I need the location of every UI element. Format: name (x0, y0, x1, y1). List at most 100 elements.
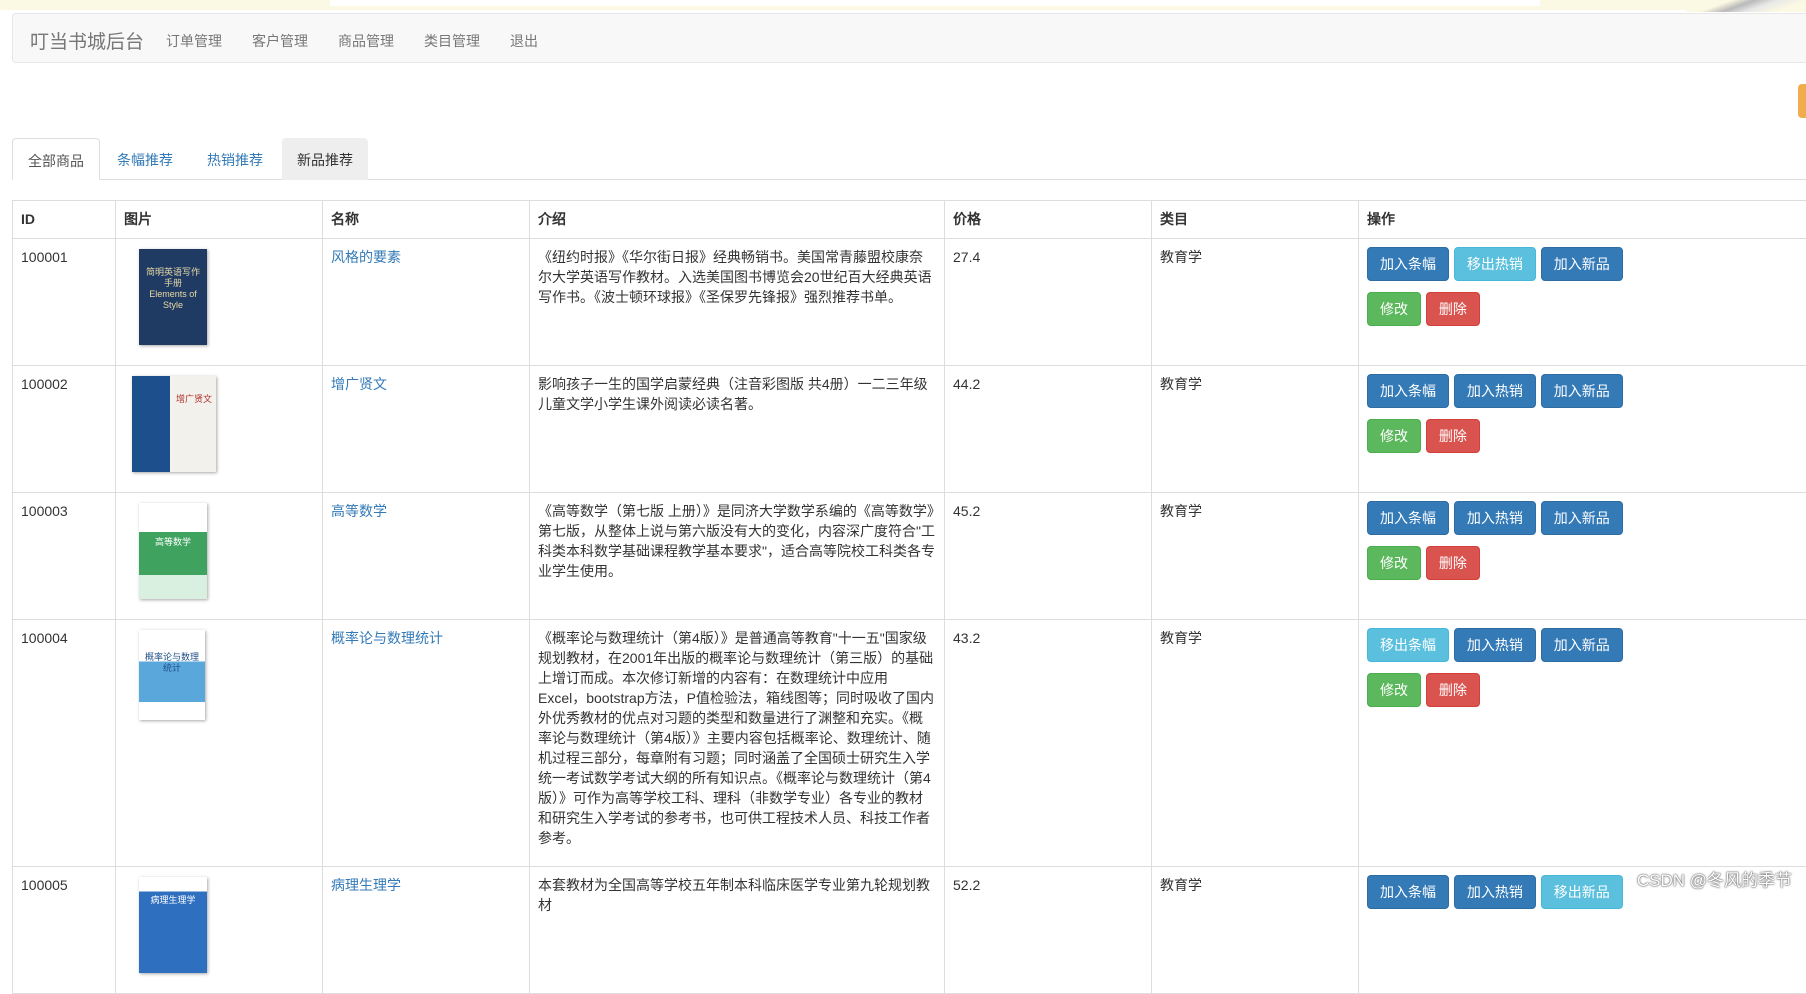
book-cover-title: 概率论与数理统计 (145, 652, 199, 674)
cell-image: 病理生理学 (116, 867, 323, 994)
book-cover-image: 简明英语写作手册 Elements of Style (139, 249, 207, 345)
cell-image: 简明英语写作手册 Elements of Style (116, 239, 323, 366)
product-name-link[interactable]: 概率论与数理统计 (331, 630, 443, 646)
edit-button[interactable]: 修改 (1367, 546, 1421, 580)
top-strip-inner (330, 0, 1540, 6)
nav-link-products[interactable]: 商品管理 (338, 31, 394, 51)
cell-name: 高等数学 (323, 493, 530, 620)
cell-intro: 《纽约时报》《华尔街日报》经典畅销书。美国常青藤盟校康奈尔大学英语写作教材。入选… (530, 239, 945, 366)
cell-image: 增广贤文 (116, 366, 323, 493)
cell-price: 43.2 (945, 620, 1152, 867)
header-name: 名称 (323, 201, 530, 239)
add-new-button[interactable]: 加入新品 (1541, 501, 1623, 535)
cell-id: 100004 (13, 620, 116, 867)
table-row: 100005 病理生理学 病理生理学 本套教材为全国高等学校五年制本科临床医学专… (13, 867, 1806, 994)
tab-banner-recommend[interactable]: 条幅推荐 (102, 138, 188, 180)
header-actions: 操作 (1359, 201, 1806, 239)
product-name-link[interactable]: 高等数学 (331, 503, 387, 519)
navbar: 叮当书城后台 订单管理 客户管理 商品管理 类目管理 退出 (12, 13, 1806, 63)
table-row: 100004 概率论与数理统计 概率论与数理统计 《概率论与数理统计（第4版）》… (13, 620, 1806, 867)
top-strip (0, 0, 1806, 10)
edit-button[interactable]: 修改 (1367, 292, 1421, 326)
nav-link-orders[interactable]: 订单管理 (166, 31, 222, 51)
nav-link-categories[interactable]: 类目管理 (424, 31, 480, 51)
book-cover-image: 高等数学 (139, 503, 207, 599)
cell-actions: 加入条幅 加入热销 加入新品 修改 删除 (1359, 366, 1806, 493)
cell-intro: 影响孩子一生的国学启蒙经典（注音彩图版 共4册）一二三年级儿童文学小学生课外阅读… (530, 366, 945, 493)
tab-new-recommend[interactable]: 新品推荐 (282, 138, 368, 180)
cell-name: 增广贤文 (323, 366, 530, 493)
navbar-brand[interactable]: 叮当书城后台 (30, 27, 144, 54)
book-cover-image: 概率论与数理统计 (139, 630, 205, 720)
book-cover-title: 高等数学 (145, 537, 201, 548)
add-new-button[interactable]: 加入新品 (1541, 374, 1623, 408)
product-name-link[interactable]: 风格的要素 (331, 249, 401, 265)
cell-id: 100001 (13, 239, 116, 366)
cell-category: 教育学 (1152, 239, 1359, 366)
delete-button[interactable]: 删除 (1426, 292, 1480, 326)
edit-button[interactable]: 修改 (1367, 419, 1421, 453)
add-hot-button[interactable]: 加入热销 (1454, 374, 1536, 408)
cell-actions: 加入条幅 加入热销 加入新品 修改 删除 (1359, 493, 1806, 620)
cell-actions: 移出条幅 加入热销 加入新品 修改 删除 (1359, 620, 1806, 867)
delete-button[interactable]: 删除 (1426, 546, 1480, 580)
book-cover-title: 增广贤文 (176, 394, 212, 405)
remove-hot-button[interactable]: 移出热销 (1454, 247, 1536, 281)
cell-id: 100002 (13, 366, 116, 493)
tab-new-recommend-label: 新品推荐 (297, 152, 353, 168)
cell-name: 概率论与数理统计 (323, 620, 530, 867)
floating-side-tab[interactable] (1798, 84, 1806, 118)
header-price: 价格 (945, 201, 1152, 239)
add-banner-button[interactable]: 加入条幅 (1367, 875, 1449, 909)
cell-id: 100003 (13, 493, 116, 620)
nav-link-logout[interactable]: 退出 (510, 31, 538, 51)
cell-category: 教育学 (1152, 366, 1359, 493)
remove-new-button[interactable]: 移出新品 (1541, 875, 1623, 909)
cell-intro: 《概率论与数理统计（第4版）》是普通高等教育"十一五"国家级规划教材，在2001… (530, 620, 945, 867)
add-hot-button[interactable]: 加入热销 (1454, 875, 1536, 909)
tab-all-products[interactable]: 全部商品 (12, 138, 100, 180)
cell-intro: 本套教材为全国高等学校五年制本科临床医学专业第九轮规划教材 (530, 867, 945, 994)
cell-name: 风格的要素 (323, 239, 530, 366)
cell-intro: 《高等数学（第七版 上册）》是同济大学数学系编的《高等数学》第七版，从整体上说与… (530, 493, 945, 620)
header-category: 类目 (1152, 201, 1359, 239)
tab-hot-recommend[interactable]: 热销推荐 (192, 138, 278, 180)
table-row: 100003 高等数学 高等数学 《高等数学（第七版 上册）》是同济大学数学系编… (13, 493, 1806, 620)
header-intro: 介绍 (530, 201, 945, 239)
book-cover-image: 病理生理学 (139, 877, 207, 973)
add-new-button[interactable]: 加入新品 (1541, 628, 1623, 662)
book-cover-image: 增广贤文 (132, 376, 216, 472)
cell-category: 教育学 (1152, 620, 1359, 867)
delete-button[interactable]: 删除 (1426, 673, 1480, 707)
header-image: 图片 (116, 201, 323, 239)
product-name-link[interactable]: 增广贤文 (331, 376, 387, 392)
add-new-button[interactable]: 加入新品 (1541, 247, 1623, 281)
cell-id: 100005 (13, 867, 116, 994)
edit-button[interactable]: 修改 (1367, 673, 1421, 707)
watermark: CSDN @冬风的季节 (1637, 866, 1792, 891)
add-banner-button[interactable]: 加入条幅 (1367, 247, 1449, 281)
cell-price: 44.2 (945, 366, 1152, 493)
cell-price: 27.4 (945, 239, 1152, 366)
product-table: ID 图片 名称 介绍 价格 类目 操作 100001 简明英语写作手册 Ele… (12, 200, 1806, 994)
delete-button[interactable]: 删除 (1426, 419, 1480, 453)
product-name-link[interactable]: 病理生理学 (331, 877, 401, 893)
add-hot-button[interactable]: 加入热销 (1454, 628, 1536, 662)
cell-price: 45.2 (945, 493, 1152, 620)
cell-actions: 加入条幅 移出热销 加入新品 修改 删除 (1359, 239, 1806, 366)
add-banner-button[interactable]: 加入条幅 (1367, 501, 1449, 535)
cell-category: 教育学 (1152, 867, 1359, 994)
product-tabs: 全部商品 条幅推荐 热销推荐 新品推荐 (12, 138, 1806, 180)
table-row: 100001 简明英语写作手册 Elements of Style 风格的要素 … (13, 239, 1806, 366)
table-row: 100002 增广贤文 增广贤文 影响孩子一生的国学启蒙经典（注音彩图版 共4册… (13, 366, 1806, 493)
book-cover-title: 病理生理学 (145, 895, 201, 906)
remove-banner-button[interactable]: 移出条幅 (1367, 628, 1449, 662)
nav-link-customers[interactable]: 客户管理 (252, 31, 308, 51)
add-hot-button[interactable]: 加入热销 (1454, 501, 1536, 535)
header-id: ID (13, 201, 116, 239)
table-header-row: ID 图片 名称 介绍 价格 类目 操作 (13, 201, 1806, 239)
cell-image: 高等数学 (116, 493, 323, 620)
book-cover-title: 简明英语写作手册 Elements of Style (145, 267, 201, 311)
add-banner-button[interactable]: 加入条幅 (1367, 374, 1449, 408)
cell-image: 概率论与数理统计 (116, 620, 323, 867)
